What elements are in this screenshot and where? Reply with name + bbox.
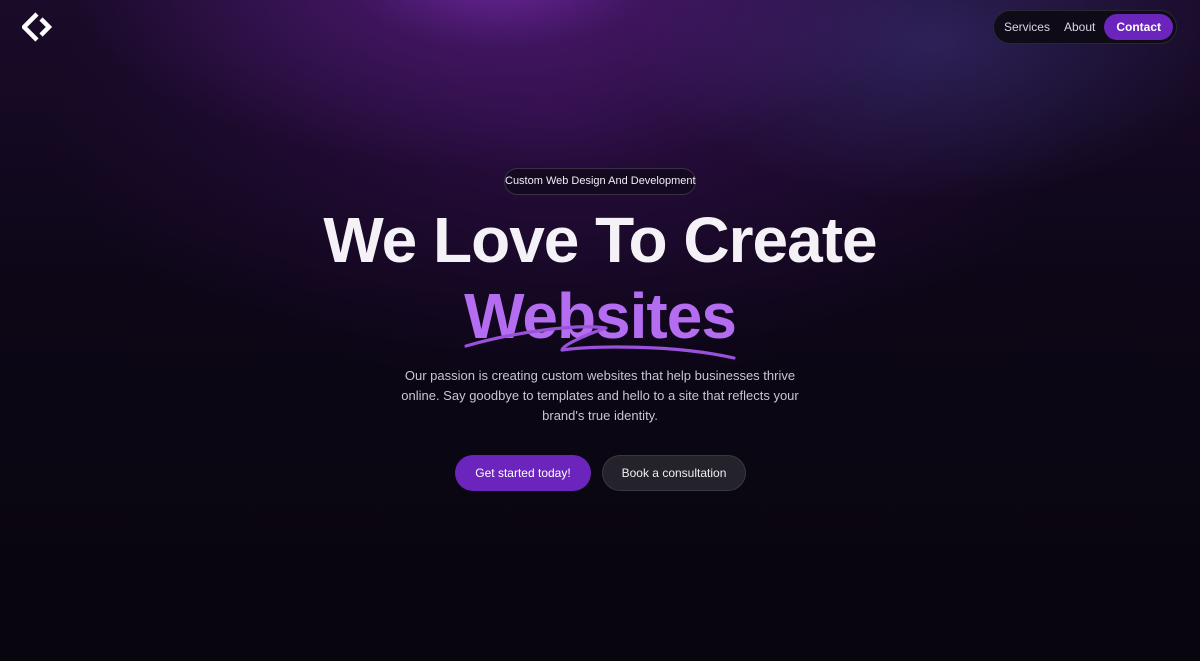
main-nav: Services About Contact	[993, 10, 1177, 44]
scribble-underline	[464, 325, 736, 360]
nav-services[interactable]: Services	[997, 14, 1057, 40]
get-started-button[interactable]: Get started today!	[455, 455, 591, 491]
nav-contact-button[interactable]: Contact	[1104, 14, 1173, 40]
brackets-diamond-icon	[20, 12, 53, 42]
headline-line-1: We Love To Create	[323, 204, 877, 276]
logo-link[interactable]	[20, 12, 53, 42]
nav-about[interactable]: About	[1057, 14, 1102, 40]
hero-description: Our passion is creating custom websites …	[401, 368, 799, 423]
book-consultation-button[interactable]: Book a consultation	[602, 455, 746, 491]
hero-badge: Custom Web Design And Development	[504, 168, 696, 195]
